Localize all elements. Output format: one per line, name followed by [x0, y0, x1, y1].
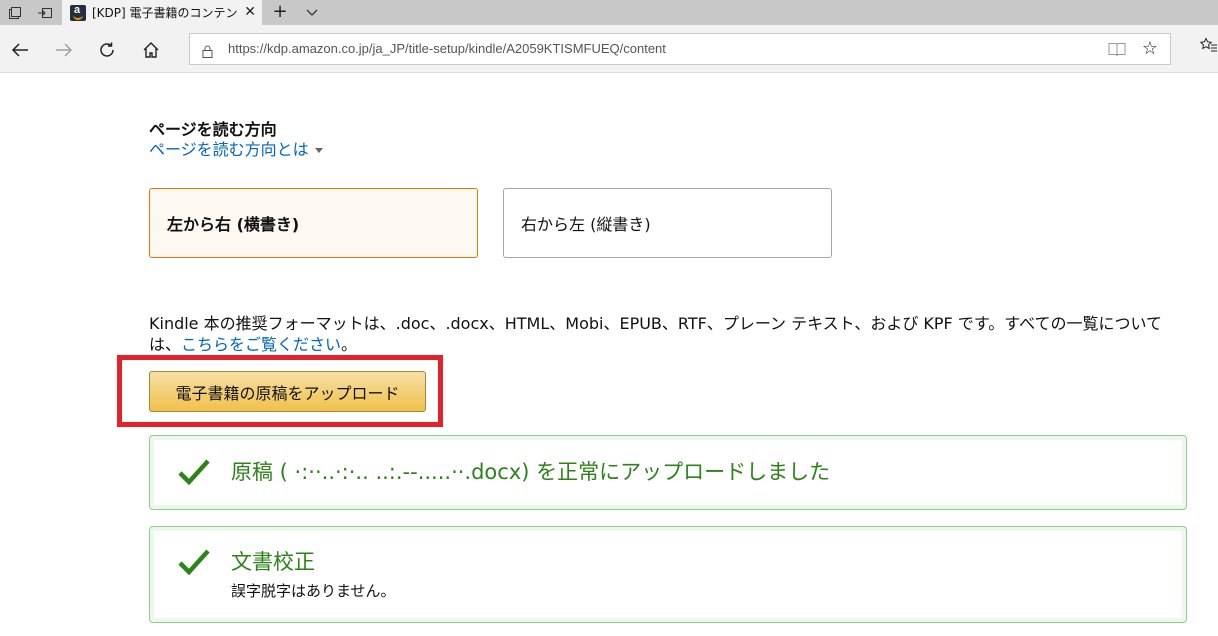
upload-success-message: 原稿 ( ·:··..·:·.. ..:.--.....··.docx) を正常…	[231, 460, 831, 484]
spellcheck-detail: 誤字脱字はありません。	[231, 582, 396, 600]
close-tab-icon[interactable]: ✕	[244, 4, 256, 20]
navigation-bar: https://kdp.amazon.co.jp/ja_JP/title-set…	[0, 25, 1218, 73]
favorites-list-icon[interactable]	[1199, 37, 1218, 59]
upload-success-alert: 原稿 ( ·:··..·:·.. ..:.--.....··.docx) を正常…	[149, 435, 1187, 510]
tab-active[interactable]: a [KDP] 電子書籍のコンテン ✕	[62, 0, 262, 25]
checkmark-icon	[178, 549, 210, 576]
reading-direction-help-link[interactable]: ページを読む方向とは	[149, 136, 323, 160]
back-icon[interactable]	[7, 37, 33, 63]
tab-set-aside-icon[interactable]	[0, 0, 30, 25]
new-tab-icon[interactable]: +	[268, 0, 292, 25]
lock-icon	[202, 43, 213, 62]
forward-icon[interactable]	[51, 37, 77, 63]
help-link-label: ページを読む方向とは	[149, 140, 309, 159]
upload-manuscript-button[interactable]: 電子書籍の原稿をアップロード	[149, 371, 426, 412]
direction-option-left-to-right[interactable]: 左から右 (横書き)	[149, 188, 478, 258]
amazon-favicon-icon: a	[70, 4, 86, 21]
chevron-down-icon[interactable]	[300, 0, 324, 25]
spellcheck-alert: 文書校正 誤字脱字はありません。	[149, 526, 1187, 623]
format-list-link[interactable]: こちらをご覧ください	[181, 335, 341, 354]
checkmark-icon	[178, 459, 210, 486]
caret-down-icon	[314, 148, 323, 153]
star-icon[interactable]: ☆	[1142, 38, 1158, 59]
direction-option-right-to-left[interactable]: 右から左 (縦書き)	[503, 188, 832, 258]
format-info-suffix: 。	[341, 335, 358, 354]
url-text: https://kdp.amazon.co.jp/ja_JP/title-set…	[228, 41, 666, 56]
address-bar[interactable]: https://kdp.amazon.co.jp/ja_JP/title-set…	[189, 33, 1171, 65]
spellcheck-title: 文書校正	[231, 550, 315, 574]
home-icon[interactable]	[138, 37, 164, 63]
tabs-aside-icon[interactable]	[30, 0, 60, 25]
tab-bar: a [KDP] 電子書籍のコンテン ✕ +	[0, 0, 1218, 25]
refresh-icon[interactable]	[94, 37, 120, 63]
tab-title: [KDP] 電子書籍のコンテン	[92, 6, 238, 20]
reading-view-icon[interactable]	[1108, 42, 1126, 61]
recommended-formats-text: Kindle 本の推奨フォーマットは、.doc、.docx、HTML、Mobi、…	[149, 313, 1189, 355]
